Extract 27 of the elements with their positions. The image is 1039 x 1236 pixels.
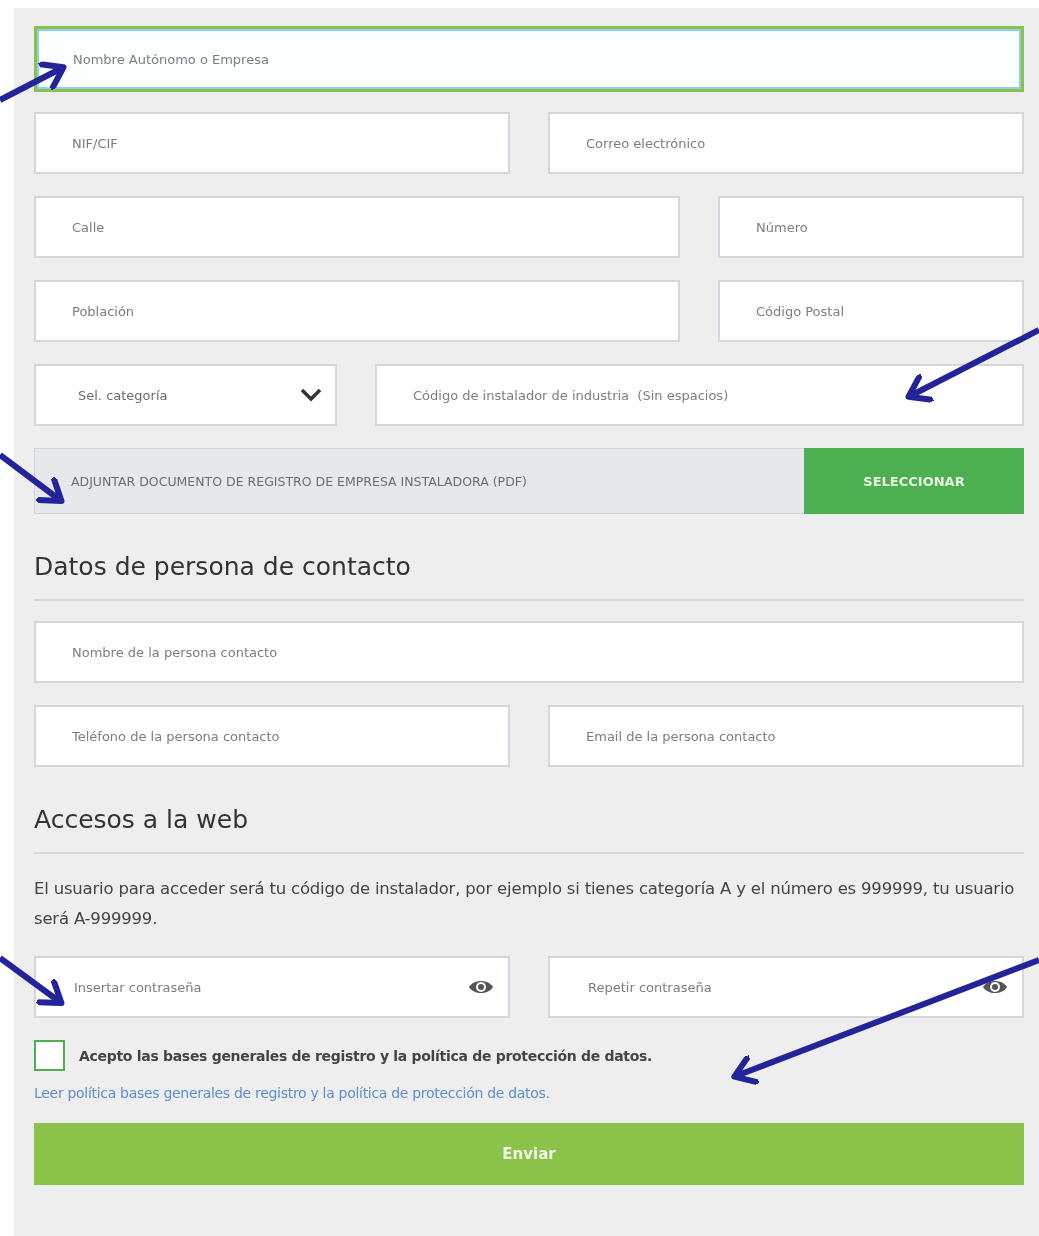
input-field[interactable]: Correo electrónico (548, 112, 1024, 174)
eye-icon[interactable] (982, 978, 1008, 996)
eye-icon[interactable] (468, 978, 494, 996)
input-field[interactable]: Código Postal (718, 280, 1024, 342)
section-heading: Accesos a la web (34, 805, 249, 834)
input-field[interactable]: Email de la persona contacto (548, 705, 1024, 767)
submit-button[interactable]: Enviar (34, 1123, 1024, 1185)
annotation-arrow (0, 61, 67, 103)
consent-label: Acepto las bases generales de registro y la política de protección de datos. (79, 1047, 653, 1064)
category-select[interactable]: Sel. categoría (34, 364, 337, 426)
input-field[interactable]: Número (718, 196, 1024, 258)
input-field[interactable]: Nombre de la persona contacto (34, 621, 1024, 683)
checkbox[interactable] (34, 1040, 65, 1071)
input-field[interactable]: Código de instalador de industria (Sin espacios) (375, 364, 1024, 426)
input-field[interactable]: NIF/CIF (34, 112, 510, 174)
annotation-arrow (0, 452, 65, 505)
input-field[interactable]: Población (34, 280, 680, 342)
chevron-down-icon (299, 387, 323, 403)
policy-link[interactable]: Leer política bases generales de registro y la política de protección de datos. (34, 1085, 1024, 1101)
annotation-arrow (0, 955, 65, 1007)
input-field[interactable]: Calle (34, 196, 680, 258)
info-text: El usuario para acceder será tu código de instalador, por ejemplo si tienes categoría A y el número es 999999, tu usuario será A-999999. (34, 878, 1016, 930)
select-file-button[interactable]: SELECCIONAR (804, 448, 1024, 514)
input-field[interactable]: Nombre Autónomo o Empresa (34, 26, 1024, 92)
upload-field[interactable]: ADJUNTAR DOCUMENTO DE REGISTRO DE EMPRESA INSTALADORA (PDF) SELECCIONAR (34, 448, 1024, 514)
section-heading: Datos de persona de contacto (34, 552, 412, 581)
input-field[interactable]: Teléfono de la persona contacto (34, 705, 510, 767)
